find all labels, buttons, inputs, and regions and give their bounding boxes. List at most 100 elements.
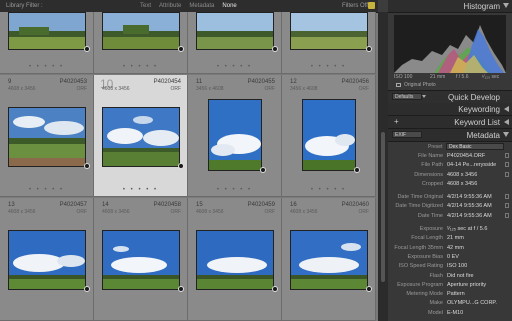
photo-thumbnail[interactable] [302,99,356,171]
grid-cell[interactable]: 16 P4020460 4608 x 3456 ORF [282,198,376,321]
metadata-value[interactable]: Did not fire [447,273,474,279]
grid-cell[interactable]: 12 P4020456 3456 x 4608 ORF • • • • • [282,75,376,197]
go-to-icon[interactable] [505,194,509,200]
metadata-row: Exposure Program Aperture priority [388,281,512,290]
metadata-list: File Name P4020454.ORF File Path 04-14 Pe..… [388,152,512,318]
library-grid-panel: Library Filter : Text Attribute Metadata… [0,0,378,321]
grid-cell[interactable]: 15 P4020459 4608 x 3456 ORF [188,198,282,321]
keywording-header[interactable]: Keywording [388,103,512,116]
keyword-list-header[interactable]: + Keyword List [388,116,512,129]
photo-thumbnail[interactable] [8,12,86,50]
cell-index: 15 [196,202,203,208]
photo-thumbnail[interactable] [102,230,180,290]
edited-badge-icon [354,167,360,173]
go-to-icon[interactable] [505,203,509,209]
grid-cell[interactable]: 14 P4020458 4608 x 3456 ORF [94,198,188,321]
metadata-key: Metering Mode [406,291,443,298]
metadata-key: Focal Length 35mm [394,244,443,251]
preset-select[interactable]: Dex Basic [446,143,504,150]
metadata-value[interactable]: 04-14 Pe...rerysside [447,162,496,168]
metadata-key: Exposure [419,226,443,233]
edited-badge-icon [366,46,372,52]
saved-preset-select[interactable]: Defaults [392,93,422,100]
go-to-icon[interactable] [505,153,509,158]
photo-thumbnail[interactable] [290,230,368,290]
photo-thumbnail[interactable] [196,230,274,290]
quick-develop-header[interactable]: Defaults Quick Develop [388,90,512,103]
grid-cell[interactable]: 11 P4020455 3456 x 4608 ORF • • • • • [188,75,282,197]
edited-badge-icon [178,163,184,169]
photo-thumbnail[interactable] [102,12,180,50]
metadata-value[interactable]: 4/2/14 9:55:36 AM [447,194,492,200]
metadata-set-select[interactable]: EXIF [392,131,422,138]
metadata-key: Cropped [421,180,443,187]
scrollbar-thumb[interactable] [381,132,385,282]
metadata-key: Flash [429,272,443,279]
photo-thumbnail[interactable] [196,12,274,50]
metadata-value[interactable]: 42 mm [447,245,464,251]
collapse-triangle-icon[interactable] [503,132,509,137]
cell-index: 16 [290,202,297,208]
histogram-title: Histogram [463,2,500,11]
photo-thumbnail[interactable] [102,107,180,167]
metadata-value[interactable]: 0 EV [447,254,459,260]
original-photo-label: Original Photo [404,82,436,88]
metadata-value[interactable]: Aperture priority [447,282,486,288]
histogram-info: ISO 100 21 mm f / 5.6 ¹⁄₁₂₅ sec [394,73,506,81]
metadata-header[interactable]: EXIF Metadata [388,129,512,142]
grid-cell[interactable]: • • • • • [282,12,376,74]
filter-tab-attribute[interactable]: Attribute [159,3,181,9]
metadata-key: ISO Speed Rating [398,263,443,270]
metadata-value[interactable]: 4/2/14 9:55:36 AM [447,203,492,209]
metadata-key: Date Time Original [397,194,443,201]
grid-scrollbar[interactable] [378,12,388,321]
metadata-value[interactable]: E-M10 [447,310,463,316]
photo-thumbnail[interactable] [8,107,86,167]
metadata-value[interactable]: 4608 x 3456 [447,181,477,187]
metadata-value[interactable]: P4020454.ORF [447,153,485,159]
photo-thumbnail[interactable] [290,12,368,50]
histogram-header[interactable]: Histogram [388,0,512,13]
hist-focal: 21 mm [430,74,446,80]
grid-cell[interactable]: 13 P4020457 4608 x 3456 ORF [0,198,94,321]
cell-dimensions: 3456 x 4608 [196,86,224,92]
grid-cell[interactable]: • • • • • [94,12,188,74]
cell-index: 14 [102,202,109,208]
metadata-key: File Name [417,153,443,159]
keywording-title: Keywording [458,105,500,114]
go-to-icon[interactable] [505,212,509,218]
grid-cell[interactable]: • • • • • [0,12,94,74]
cell-extension: ORF [76,86,87,92]
metadata-row: Metering Mode Pattern [388,290,512,299]
filter-tab-metadata[interactable]: Metadata [189,3,214,9]
cell-extension: ORF [358,86,369,92]
metadata-preset-row: Preset Dex Basic [388,142,512,152]
photo-thumbnail[interactable] [8,230,86,290]
collapse-triangle-icon[interactable] [503,3,509,8]
expand-triangle-icon[interactable] [504,119,509,125]
filter-tab-none[interactable]: None [222,3,236,9]
metadata-key: Date Time [417,212,443,219]
filter-tab-text[interactable]: Text [140,3,151,9]
grid-cell[interactable]: • • • • • [188,12,282,74]
lock-icon[interactable] [368,2,375,9]
grid-cell-selected[interactable]: 10 P4020454 4608 x 3456 ORF • • • • • [94,75,188,197]
metadata-value[interactable]: Pattern [447,291,465,297]
filters-off-dropdown[interactable]: Filters Off [342,3,368,9]
go-to-icon[interactable] [505,162,509,168]
edited-badge-icon [178,286,184,292]
metadata-row: File Path 04-14 Pe...rerysside [388,161,512,170]
add-keyword-icon[interactable]: + [394,117,399,126]
metadata-value[interactable]: 4608 x 3456 [447,172,477,178]
photo-thumbnail[interactable] [208,99,262,171]
go-to-icon[interactable] [505,171,509,177]
metadata-value[interactable]: 21 mm [447,235,464,241]
metadata-value[interactable]: ¹⁄₁₂₅ sec at f / 5.6 [447,226,487,232]
metadata-value[interactable]: 4/2/14 9:55:36 AM [447,213,492,219]
metadata-value[interactable]: ISO 100 [447,263,467,269]
metadata-row: Date Time Original 4/2/14 9:55:36 AM [388,193,512,202]
expand-triangle-icon[interactable] [504,106,509,112]
metadata-value[interactable]: OLYMPU...G CORP. [447,300,497,306]
cell-filename: P4020460 [341,202,369,208]
grid-cell[interactable]: 9 P4020453 4608 x 3456 ORF • • • • • [0,75,94,197]
